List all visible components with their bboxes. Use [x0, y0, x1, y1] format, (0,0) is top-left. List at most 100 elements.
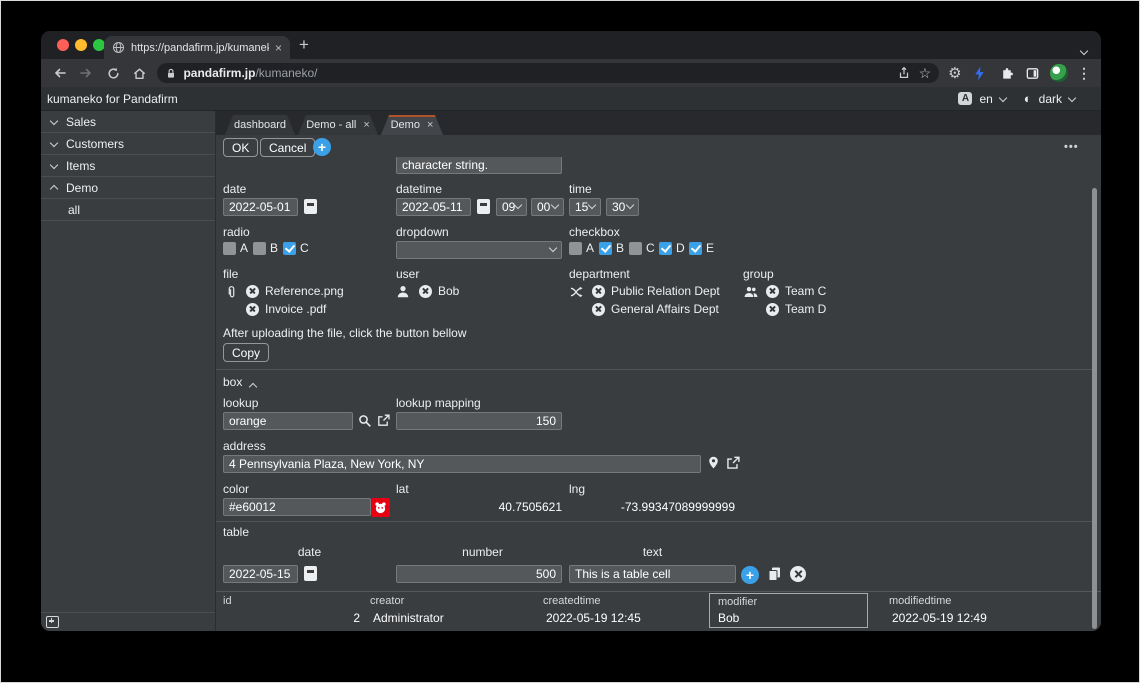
- ok-button[interactable]: OK: [223, 138, 258, 157]
- checkbox-option-e[interactable]: E: [689, 241, 714, 255]
- lightning-extension-icon[interactable]: [971, 64, 989, 82]
- calendar-icon[interactable]: [477, 199, 490, 214]
- vertical-scrollbar[interactable]: [1092, 188, 1097, 629]
- add-record-button[interactable]: +: [313, 138, 331, 156]
- checkbox-option-d[interactable]: D: [659, 241, 685, 255]
- createdtime-value: 2022-05-19 12:45: [546, 611, 641, 625]
- tab-demo[interactable]: Demo ×: [381, 115, 443, 135]
- close-window-button[interactable]: [57, 39, 69, 51]
- tab-close-icon[interactable]: ×: [275, 42, 282, 54]
- external-link-icon[interactable]: [377, 414, 390, 427]
- tab-dashboard[interactable]: dashboard: [225, 115, 295, 135]
- checkbox-icon[interactable]: [629, 242, 642, 255]
- cancel-button[interactable]: Cancel: [260, 138, 315, 157]
- minimize-window-button[interactable]: [75, 39, 87, 51]
- address-input[interactable]: 4 Pennsylvania Plaza, New York, NY: [223, 455, 701, 473]
- tab-search-chevron-icon[interactable]: [1081, 41, 1087, 59]
- radio-option-a[interactable]: A: [223, 241, 248, 255]
- radio-box-icon[interactable]: [253, 242, 266, 255]
- table-text-input[interactable]: This is a table cell: [569, 565, 736, 583]
- dropdown-label: dropdown: [396, 225, 449, 239]
- color-swatch-panda-icon[interactable]: [371, 498, 390, 517]
- browser-tab[interactable]: https://pandafirm.jp/kumaneko ×: [104, 36, 290, 59]
- more-options-button[interactable]: •••: [1064, 141, 1079, 153]
- radio-option-b[interactable]: B: [253, 241, 278, 255]
- sidebar-item-label: Demo: [66, 181, 98, 195]
- theme-chevron-icon[interactable]: [1068, 93, 1076, 101]
- time-minute-select[interactable]: 30: [606, 198, 639, 216]
- side-panel-icon[interactable]: [1024, 64, 1042, 82]
- color-input[interactable]: #e60012: [223, 498, 371, 516]
- delete-row-icon[interactable]: [790, 566, 806, 582]
- collapse-sidebar-icon[interactable]: [46, 616, 59, 628]
- share-icon[interactable]: [895, 64, 913, 82]
- sidebar-item-demo[interactable]: Demo: [41, 177, 215, 199]
- calendar-icon[interactable]: [304, 199, 317, 214]
- lookup-mapping-input[interactable]: 150: [396, 412, 562, 430]
- checkbox-option-a[interactable]: A: [569, 241, 594, 255]
- language-select[interactable]: en: [979, 92, 992, 106]
- new-tab-button[interactable]: +: [299, 35, 309, 55]
- profile-avatar[interactable]: [1050, 64, 1068, 82]
- remove-icon[interactable]: [592, 285, 605, 298]
- remove-icon[interactable]: [246, 285, 259, 298]
- search-icon[interactable]: [358, 414, 372, 428]
- character-string-input[interactable]: character string.: [396, 157, 562, 174]
- remove-icon[interactable]: [766, 285, 779, 298]
- sidebar-item-items[interactable]: Items: [41, 155, 215, 177]
- remove-icon[interactable]: [592, 303, 605, 316]
- language-chevron-icon[interactable]: [999, 93, 1007, 101]
- tab-close-icon[interactable]: ×: [427, 119, 433, 131]
- address-bar[interactable]: pandafirm.jp/kumaneko/ ☆: [157, 63, 939, 83]
- table-date-input[interactable]: 2022-05-15: [223, 565, 298, 583]
- forward-icon[interactable]: [78, 64, 96, 82]
- add-row-button[interactable]: +: [741, 566, 759, 584]
- creator-value: Administrator: [373, 611, 444, 625]
- datetime-date-input[interactable]: 2022-05-11: [396, 198, 471, 216]
- dropdown-select[interactable]: [396, 241, 562, 259]
- radio-option-c[interactable]: C: [283, 241, 309, 255]
- date-input[interactable]: 2022-05-01: [223, 198, 298, 216]
- theme-select[interactable]: dark: [1039, 92, 1062, 106]
- checkbox-checked-icon[interactable]: [689, 242, 702, 255]
- copy-button[interactable]: Copy: [223, 343, 269, 362]
- radio-box-icon[interactable]: [223, 242, 236, 255]
- reload-icon[interactable]: [104, 64, 122, 82]
- remove-icon[interactable]: [766, 303, 779, 316]
- remove-icon[interactable]: [246, 303, 259, 316]
- sidebar-item-demo-all[interactable]: all: [41, 199, 215, 221]
- radio-label: radio: [223, 225, 250, 239]
- extensions-puzzle-icon[interactable]: [997, 64, 1015, 82]
- remove-icon[interactable]: [419, 285, 432, 298]
- table-number-input[interactable]: 500: [396, 565, 562, 583]
- department-chip: Public Relation Dept: [592, 284, 720, 298]
- sidebar-item-sales[interactable]: Sales: [41, 111, 215, 133]
- duplicate-row-icon[interactable]: [767, 566, 782, 582]
- calendar-icon[interactable]: [304, 566, 317, 581]
- location-pin-icon[interactable]: [707, 456, 720, 470]
- settings-gear-icon[interactable]: ⚙: [948, 66, 961, 81]
- checkbox-checked-icon[interactable]: [599, 242, 612, 255]
- datetime-minute-select[interactable]: 00: [531, 198, 564, 216]
- checkbox-option-b[interactable]: B: [599, 241, 624, 255]
- bookmark-star-icon[interactable]: ☆: [919, 66, 932, 80]
- checkbox-icon[interactable]: [569, 242, 582, 255]
- tab-close-icon[interactable]: ×: [363, 119, 369, 131]
- time-hour-select[interactable]: 15: [569, 198, 601, 216]
- browser-menu-icon[interactable]: ⋮: [1077, 66, 1091, 80]
- checkbox-option-c[interactable]: C: [629, 241, 655, 255]
- radio-box-checked-icon[interactable]: [283, 242, 296, 255]
- collapse-box-icon[interactable]: [249, 383, 257, 391]
- lookup-input[interactable]: orange: [223, 412, 353, 430]
- modifier-cell: modifier Bob: [709, 593, 868, 628]
- external-link-icon[interactable]: [726, 456, 740, 470]
- tab-demo-all[interactable]: Demo - all ×: [298, 115, 378, 135]
- datetime-hour-select[interactable]: 09: [496, 198, 527, 216]
- group-people-icon: [744, 286, 758, 298]
- checkbox-checked-icon[interactable]: [659, 242, 672, 255]
- file-chip: Reference.png: [246, 284, 344, 298]
- home-icon[interactable]: [131, 64, 149, 82]
- back-icon[interactable]: [51, 64, 69, 82]
- user-chip: Bob: [419, 284, 459, 298]
- sidebar-item-customers[interactable]: Customers: [41, 133, 215, 155]
